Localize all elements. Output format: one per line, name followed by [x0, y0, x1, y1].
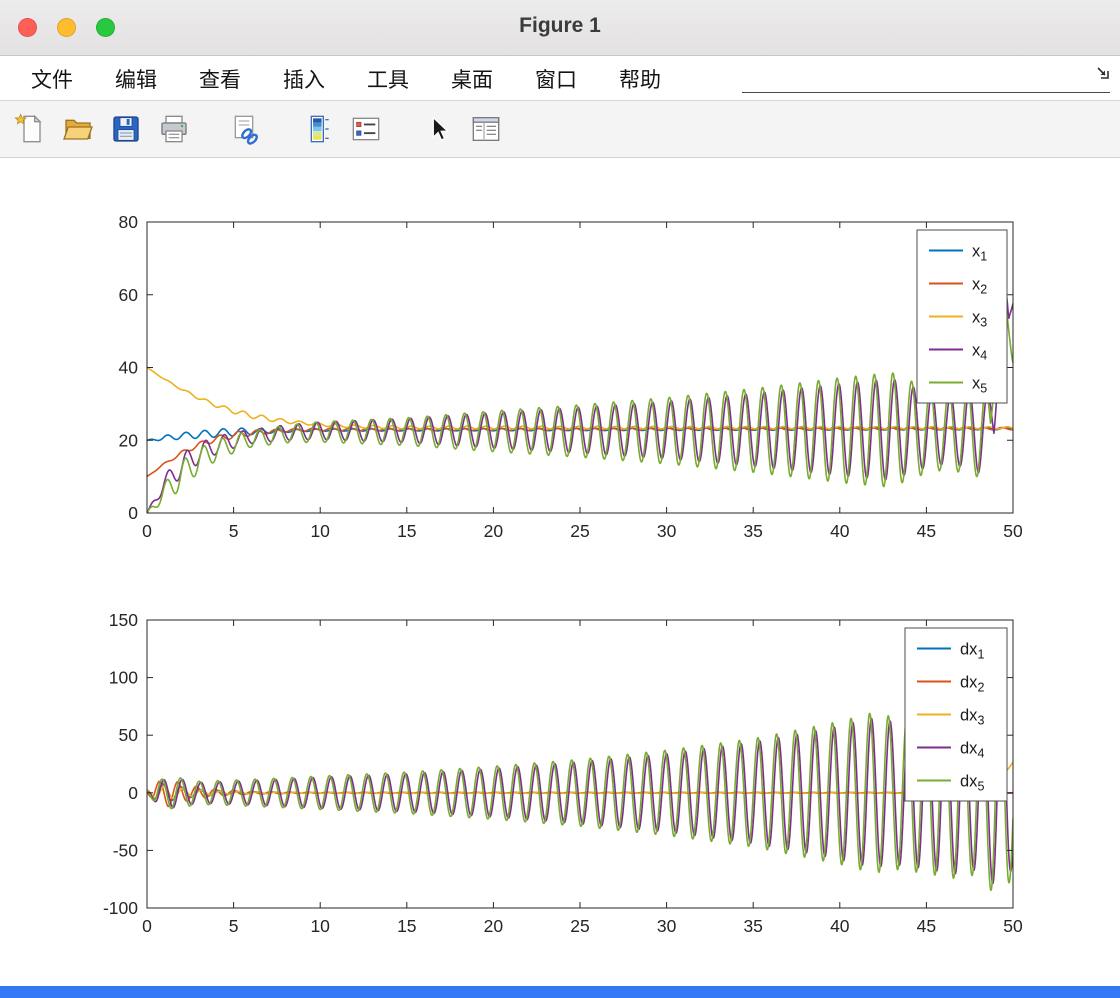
menu-bar: 文件 编辑 查看 插入 工具 桌面 窗口 帮助	[0, 57, 1120, 100]
property-inspector-icon	[472, 117, 500, 141]
svg-text:35: 35	[743, 916, 762, 936]
print-figure-button[interactable]	[156, 110, 192, 148]
save-figure-icon	[113, 116, 139, 142]
svg-text:40: 40	[830, 916, 850, 936]
states-plot: 0 5 10 15 20 25 30 35 40 45 50 0 20 40 60 80 x1x2x3x4x5	[119, 212, 1023, 541]
svg-text:30: 30	[657, 916, 677, 936]
svg-text:-50: -50	[113, 840, 139, 860]
svg-text:30: 30	[657, 521, 677, 541]
menu-item-file[interactable]: 文件	[10, 64, 94, 94]
svg-text:60: 60	[119, 285, 139, 305]
edit-plot-icon	[432, 116, 450, 141]
figure-canvas: 0 5 10 15 20 25 30 35 40 45 50 0 20 40 60 80 x1 x2 x3 x4 x5 0…	[0, 158, 1120, 986]
insert-colorbar-button[interactable]	[300, 110, 336, 148]
svg-text:35: 35	[743, 521, 762, 541]
svg-text:50: 50	[119, 725, 139, 745]
svg-text:100: 100	[109, 668, 138, 688]
menu-item-view[interactable]: 查看	[178, 64, 262, 94]
insert-colorbar-icon	[310, 115, 329, 143]
menubar-divider	[742, 92, 1110, 93]
menu-item-window[interactable]: 窗口	[514, 64, 598, 94]
svg-text:80: 80	[119, 212, 139, 232]
menu-item-edit[interactable]: 编辑	[94, 64, 178, 94]
svg-text:20: 20	[119, 430, 139, 450]
svg-text:40: 40	[830, 521, 850, 541]
insert-legend-button[interactable]	[348, 110, 384, 148]
svg-text:25: 25	[570, 521, 589, 541]
insert-legend-icon	[352, 117, 380, 141]
svg-text:50: 50	[1003, 916, 1023, 936]
plots-svg: 0 5 10 15 20 25 30 35 40 45 50020406080x1x2x3x4x50…	[103, 212, 1023, 936]
property-inspector-button[interactable]	[468, 110, 504, 148]
bottom-accent-bar	[0, 986, 1120, 998]
save-figure-button[interactable]	[108, 110, 144, 148]
derivatives-legend[interactable]: dx1dx2dx3dx4dx5	[904, 627, 1008, 802]
svg-text:-100: -100	[103, 898, 138, 918]
svg-text:5: 5	[229, 521, 239, 541]
edit-plot-button[interactable]	[420, 110, 456, 148]
link-plot-icon	[234, 115, 258, 145]
svg-text:0: 0	[128, 503, 138, 523]
svg-text:10: 10	[310, 916, 330, 936]
derivatives-plot: 0 5 10 15 20 25 30 35 40 45 50 -100 -50 0 50 100 150 dx1d…	[103, 610, 1023, 936]
svg-text:5: 5	[229, 916, 239, 936]
open-file-button[interactable]	[60, 110, 96, 148]
svg-text:0: 0	[142, 521, 152, 541]
svg-text:0: 0	[142, 916, 152, 936]
svg-text:20: 20	[484, 521, 504, 541]
menu-item-desktop[interactable]: 桌面	[430, 64, 514, 94]
window-title: Figure 1	[519, 14, 601, 37]
svg-text:10: 10	[310, 521, 330, 541]
print-figure-icon	[161, 115, 187, 143]
figure-toolbar	[0, 100, 1120, 158]
new-figure-button[interactable]	[12, 110, 48, 148]
svg-text:0: 0	[128, 783, 138, 803]
link-plot-button[interactable]	[228, 110, 264, 148]
svg-text:15: 15	[397, 916, 416, 936]
svg-text:150: 150	[109, 610, 138, 630]
svg-text:45: 45	[917, 916, 936, 936]
states-legend[interactable]: x1x2x3x4x5	[916, 229, 1008, 404]
svg-text:50: 50	[1003, 521, 1023, 541]
open-file-icon	[63, 119, 93, 140]
new-figure-icon	[14, 113, 42, 143]
svg-text:15: 15	[397, 521, 416, 541]
menu-item-help[interactable]: 帮助	[598, 64, 682, 94]
menu-item-insert[interactable]: 插入	[262, 64, 346, 94]
svg-text:40: 40	[119, 358, 139, 378]
title-bar: Figure 1	[0, 0, 1120, 56]
svg-text:20: 20	[484, 916, 504, 936]
dock-figure-icon[interactable]	[1094, 64, 1112, 82]
svg-text:25: 25	[570, 916, 589, 936]
svg-text:45: 45	[917, 521, 936, 541]
menu-item-tools[interactable]: 工具	[346, 64, 430, 94]
